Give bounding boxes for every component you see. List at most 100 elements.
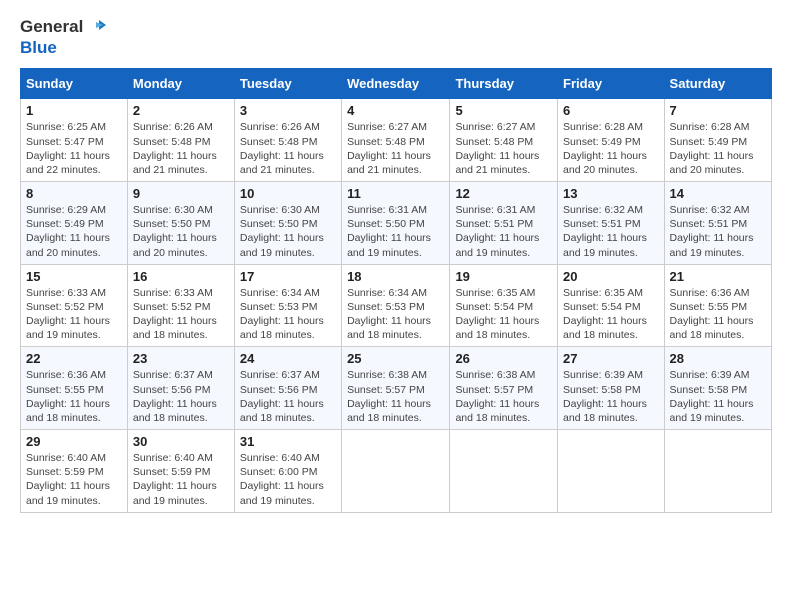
logo: General Blue [20,16,107,58]
day-detail: Sunrise: 6:36 AMSunset: 5:55 PMDaylight:… [26,369,110,424]
calendar-cell: 12 Sunrise: 6:31 AMSunset: 5:51 PMDaylig… [450,182,558,265]
day-detail: Sunrise: 6:27 AMSunset: 5:48 PMDaylight:… [347,121,431,176]
calendar-cell: 3 Sunrise: 6:26 AMSunset: 5:48 PMDayligh… [234,99,341,182]
calendar-cell [558,430,665,513]
header: General Blue [20,16,772,58]
day-number: 25 [347,351,444,366]
day-detail: Sunrise: 6:37 AMSunset: 5:56 PMDaylight:… [240,369,324,424]
day-detail: Sunrise: 6:40 AMSunset: 5:59 PMDaylight:… [133,452,217,507]
calendar-cell: 17 Sunrise: 6:34 AMSunset: 5:53 PMDaylig… [234,264,341,347]
day-number: 31 [240,434,336,449]
calendar-header-wednesday: Wednesday [342,69,450,99]
day-number: 20 [563,269,659,284]
day-detail: Sunrise: 6:37 AMSunset: 5:56 PMDaylight:… [133,369,217,424]
day-detail: Sunrise: 6:31 AMSunset: 5:51 PMDaylight:… [455,204,539,259]
calendar-header-thursday: Thursday [450,69,558,99]
calendar-cell: 4 Sunrise: 6:27 AMSunset: 5:48 PMDayligh… [342,99,450,182]
calendar-cell: 31 Sunrise: 6:40 AMSunset: 6:00 PMDaylig… [234,430,341,513]
day-number: 22 [26,351,122,366]
day-number: 13 [563,186,659,201]
day-number: 21 [670,269,766,284]
day-number: 19 [455,269,552,284]
calendar-header-saturday: Saturday [664,69,771,99]
logo-blue: Blue [20,38,57,58]
day-number: 6 [563,103,659,118]
calendar-cell: 21 Sunrise: 6:36 AMSunset: 5:55 PMDaylig… [664,264,771,347]
calendar-week-3: 15 Sunrise: 6:33 AMSunset: 5:52 PMDaylig… [21,264,772,347]
day-detail: Sunrise: 6:34 AMSunset: 5:53 PMDaylight:… [347,287,431,342]
day-number: 1 [26,103,122,118]
calendar-cell: 14 Sunrise: 6:32 AMSunset: 5:51 PMDaylig… [664,182,771,265]
calendar-header-friday: Friday [558,69,665,99]
logo-bird-icon [85,16,107,38]
calendar-cell: 10 Sunrise: 6:30 AMSunset: 5:50 PMDaylig… [234,182,341,265]
day-detail: Sunrise: 6:30 AMSunset: 5:50 PMDaylight:… [240,204,324,259]
day-detail: Sunrise: 6:32 AMSunset: 5:51 PMDaylight:… [670,204,754,259]
day-detail: Sunrise: 6:39 AMSunset: 5:58 PMDaylight:… [563,369,647,424]
calendar-cell: 9 Sunrise: 6:30 AMSunset: 5:50 PMDayligh… [127,182,234,265]
day-detail: Sunrise: 6:28 AMSunset: 5:49 PMDaylight:… [670,121,754,176]
day-number: 2 [133,103,229,118]
day-detail: Sunrise: 6:39 AMSunset: 5:58 PMDaylight:… [670,369,754,424]
calendar-table: SundayMondayTuesdayWednesdayThursdayFrid… [20,68,772,512]
day-number: 8 [26,186,122,201]
calendar-cell: 30 Sunrise: 6:40 AMSunset: 5:59 PMDaylig… [127,430,234,513]
day-detail: Sunrise: 6:26 AMSunset: 5:48 PMDaylight:… [240,121,324,176]
day-detail: Sunrise: 6:40 AMSunset: 5:59 PMDaylight:… [26,452,110,507]
day-number: 7 [670,103,766,118]
day-number: 18 [347,269,444,284]
day-detail: Sunrise: 6:34 AMSunset: 5:53 PMDaylight:… [240,287,324,342]
calendar-cell [664,430,771,513]
calendar-cell: 8 Sunrise: 6:29 AMSunset: 5:49 PMDayligh… [21,182,128,265]
day-detail: Sunrise: 6:28 AMSunset: 5:49 PMDaylight:… [563,121,647,176]
calendar-cell: 27 Sunrise: 6:39 AMSunset: 5:58 PMDaylig… [558,347,665,430]
calendar-cell: 22 Sunrise: 6:36 AMSunset: 5:55 PMDaylig… [21,347,128,430]
day-detail: Sunrise: 6:30 AMSunset: 5:50 PMDaylight:… [133,204,217,259]
calendar-header-sunday: Sunday [21,69,128,99]
day-detail: Sunrise: 6:27 AMSunset: 5:48 PMDaylight:… [455,121,539,176]
day-detail: Sunrise: 6:35 AMSunset: 5:54 PMDaylight:… [563,287,647,342]
day-number: 17 [240,269,336,284]
calendar-week-5: 29 Sunrise: 6:40 AMSunset: 5:59 PMDaylig… [21,430,772,513]
calendar-header-row: SundayMondayTuesdayWednesdayThursdayFrid… [21,69,772,99]
day-number: 29 [26,434,122,449]
calendar-week-2: 8 Sunrise: 6:29 AMSunset: 5:49 PMDayligh… [21,182,772,265]
day-number: 24 [240,351,336,366]
day-detail: Sunrise: 6:33 AMSunset: 5:52 PMDaylight:… [26,287,110,342]
day-number: 23 [133,351,229,366]
day-number: 9 [133,186,229,201]
day-detail: Sunrise: 6:40 AMSunset: 6:00 PMDaylight:… [240,452,324,507]
day-detail: Sunrise: 6:31 AMSunset: 5:50 PMDaylight:… [347,204,431,259]
calendar-cell: 25 Sunrise: 6:38 AMSunset: 5:57 PMDaylig… [342,347,450,430]
day-detail: Sunrise: 6:33 AMSunset: 5:52 PMDaylight:… [133,287,217,342]
calendar-cell: 24 Sunrise: 6:37 AMSunset: 5:56 PMDaylig… [234,347,341,430]
day-detail: Sunrise: 6:36 AMSunset: 5:55 PMDaylight:… [670,287,754,342]
day-detail: Sunrise: 6:38 AMSunset: 5:57 PMDaylight:… [347,369,431,424]
day-number: 5 [455,103,552,118]
calendar-week-4: 22 Sunrise: 6:36 AMSunset: 5:55 PMDaylig… [21,347,772,430]
day-number: 30 [133,434,229,449]
day-number: 28 [670,351,766,366]
calendar-header-tuesday: Tuesday [234,69,341,99]
day-number: 26 [455,351,552,366]
day-detail: Sunrise: 6:25 AMSunset: 5:47 PMDaylight:… [26,121,110,176]
day-number: 14 [670,186,766,201]
calendar-cell: 26 Sunrise: 6:38 AMSunset: 5:57 PMDaylig… [450,347,558,430]
day-number: 15 [26,269,122,284]
calendar-cell: 5 Sunrise: 6:27 AMSunset: 5:48 PMDayligh… [450,99,558,182]
calendar-cell: 23 Sunrise: 6:37 AMSunset: 5:56 PMDaylig… [127,347,234,430]
calendar-cell [342,430,450,513]
day-number: 11 [347,186,444,201]
day-detail: Sunrise: 6:32 AMSunset: 5:51 PMDaylight:… [563,204,647,259]
calendar-cell: 7 Sunrise: 6:28 AMSunset: 5:49 PMDayligh… [664,99,771,182]
calendar-cell: 28 Sunrise: 6:39 AMSunset: 5:58 PMDaylig… [664,347,771,430]
day-detail: Sunrise: 6:35 AMSunset: 5:54 PMDaylight:… [455,287,539,342]
calendar-cell: 11 Sunrise: 6:31 AMSunset: 5:50 PMDaylig… [342,182,450,265]
calendar-cell: 18 Sunrise: 6:34 AMSunset: 5:53 PMDaylig… [342,264,450,347]
calendar-cell: 2 Sunrise: 6:26 AMSunset: 5:48 PMDayligh… [127,99,234,182]
logo-container: General Blue [20,16,107,58]
day-detail: Sunrise: 6:38 AMSunset: 5:57 PMDaylight:… [455,369,539,424]
day-number: 3 [240,103,336,118]
day-number: 12 [455,186,552,201]
calendar-cell [450,430,558,513]
